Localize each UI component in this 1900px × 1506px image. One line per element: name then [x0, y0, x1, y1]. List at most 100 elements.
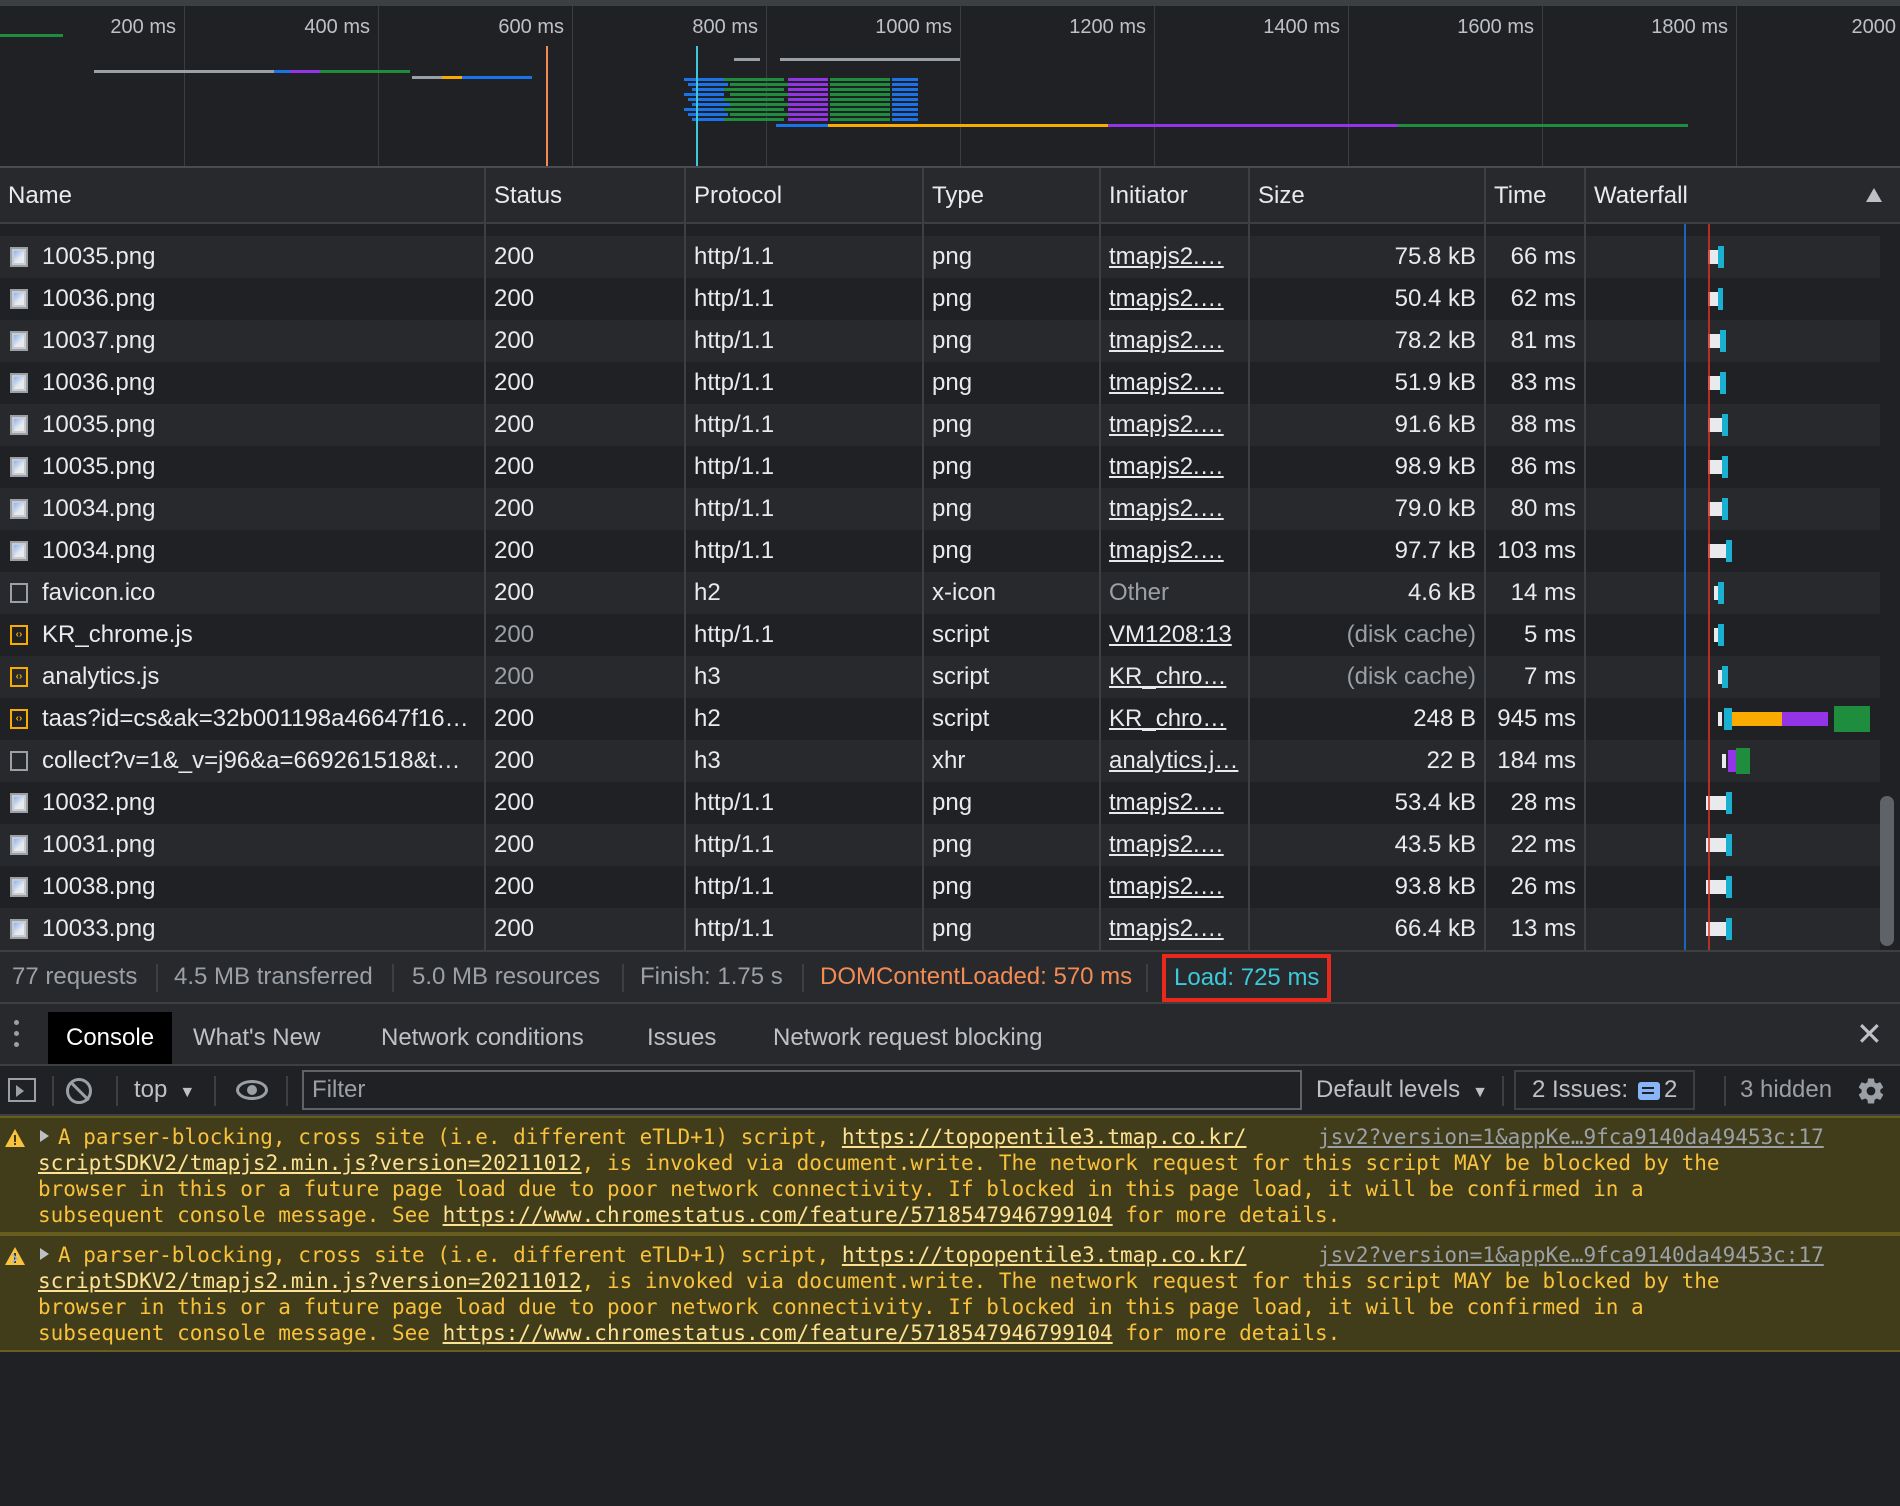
- message-link[interactable]: scriptSDKV2/tmapjs2.min.js?version=20211…: [38, 1151, 582, 1175]
- expand-arrow-icon[interactable]: [40, 1248, 49, 1260]
- table-row[interactable]: 10034.png 200 http/1.1 png tmapjs2.… 97.7 kB 1…: [0, 530, 1880, 572]
- waterfall-download-bar: [1726, 540, 1732, 562]
- tab-console[interactable]: Console: [48, 1012, 173, 1064]
- cell-initiator[interactable]: tmapjs2.…: [1109, 782, 1239, 824]
- table-scrollbar[interactable]: [1880, 796, 1894, 946]
- overview-request-bar: [724, 78, 784, 81]
- message-link[interactable]: https://topopentile3.tmap.co.kr/: [842, 1125, 1247, 1149]
- overview-request-bar: [730, 83, 790, 86]
- tab-network-request-blocking[interactable]: Network request blocking: [773, 1012, 1042, 1064]
- network-table-header: Name Status Protocol Type Initiator Size…: [0, 168, 1900, 224]
- log-levels-dropdown[interactable]: Default levels ▼: [1316, 1066, 1488, 1114]
- column-header-status[interactable]: Status: [486, 168, 562, 224]
- table-row[interactable]: ‹› analytics.js 200 h3 script KR_chro… (disk c…: [0, 656, 1880, 698]
- waterfall-download-bar: [1718, 246, 1724, 268]
- cell-initiator[interactable]: analytics.j…: [1109, 740, 1239, 782]
- message-source-link[interactable]: jsv2?version=1&appKe…9fca9140da49453c:17: [1318, 1124, 1824, 1150]
- script-file-icon: ‹›: [10, 667, 28, 687]
- cell-initiator[interactable]: KR_chro…: [1109, 698, 1239, 740]
- overview-request-bar: [730, 93, 790, 96]
- message-text: browser in this or a future page load du…: [38, 1177, 1644, 1201]
- issues-button[interactable]: 2 Issues: 2: [1514, 1070, 1696, 1110]
- cell-protocol: h2: [694, 705, 721, 732]
- column-header-initiator[interactable]: Initiator: [1101, 168, 1188, 224]
- cell-type: x-icon: [932, 579, 997, 606]
- console-filter-input[interactable]: [302, 1070, 1302, 1110]
- context-selector[interactable]: top ▼: [134, 1066, 195, 1114]
- tab-whats-new[interactable]: What's New: [193, 1012, 320, 1064]
- cell-initiator[interactable]: tmapjs2.…: [1109, 404, 1239, 446]
- cell-initiator[interactable]: tmapjs2.…: [1109, 278, 1239, 320]
- network-request-list[interactable]: 10035.png 200 http/1.1 png tmapjs2.… 75.8 kB 6…: [0, 224, 1900, 950]
- cell-initiator[interactable]: tmapjs2.…: [1109, 362, 1239, 404]
- cell-initiator[interactable]: KR_chro…: [1109, 656, 1239, 698]
- image-file-icon: [10, 457, 28, 477]
- cell-name: 10036.png: [42, 285, 156, 312]
- message-link[interactable]: scriptSDKV2/tmapjs2.min.js?version=20211…: [38, 1269, 582, 1293]
- cell-initiator[interactable]: tmapjs2.…: [1109, 236, 1239, 278]
- tab-issues[interactable]: Issues: [647, 1012, 716, 1064]
- table-row[interactable]: ‹› KR_chrome.js 200 http/1.1 script VM1208:13…: [0, 614, 1880, 656]
- clear-console-icon[interactable]: [66, 1078, 92, 1104]
- table-row-partial[interactable]: [0, 224, 1880, 236]
- expand-arrow-icon[interactable]: [40, 1130, 49, 1142]
- table-row[interactable]: 10038.png 200 http/1.1 png tmapjs2.… 93.8 kB 2…: [0, 866, 1880, 908]
- column-header-size[interactable]: Size: [1250, 168, 1305, 224]
- overview-request-bar: [412, 76, 442, 79]
- message-link[interactable]: https://www.chromestatus.com/feature/571…: [443, 1203, 1113, 1227]
- cell-initiator[interactable]: tmapjs2.…: [1109, 488, 1239, 530]
- table-row[interactable]: 10031.png 200 http/1.1 png tmapjs2.… 43.5 kB 2…: [0, 824, 1880, 866]
- message-source-link[interactable]: jsv2?version=1&appKe…9fca9140da49453c:17: [1318, 1242, 1824, 1268]
- table-row[interactable]: 10035.png 200 http/1.1 png tmapjs2.… 98.9 kB 8…: [0, 446, 1880, 488]
- cell-initiator[interactable]: tmapjs2.…: [1109, 908, 1239, 950]
- column-header-time[interactable]: Time: [1486, 168, 1546, 224]
- cell-initiator[interactable]: tmapjs2.…: [1109, 446, 1239, 488]
- table-row[interactable]: 10032.png 200 http/1.1 png tmapjs2.… 53.4 kB 2…: [0, 782, 1880, 824]
- close-drawer-icon[interactable]: ✕: [1856, 1018, 1883, 1050]
- image-file-icon: [10, 247, 28, 267]
- column-header-protocol[interactable]: Protocol: [686, 168, 782, 224]
- table-row[interactable]: 10033.png 200 http/1.1 png tmapjs2.… 66.4 kB 1…: [0, 908, 1880, 950]
- table-row[interactable]: 10037.png 200 http/1.1 png tmapjs2.… 78.2 kB 8…: [0, 320, 1880, 362]
- tab-network-conditions[interactable]: Network conditions: [381, 1012, 584, 1064]
- overview-request-bar: [830, 98, 890, 101]
- image-file-icon: [10, 331, 28, 351]
- table-row[interactable]: collect?v=1&_v=j96&a=669261518&t=… 200 h3 x…: [0, 740, 1880, 782]
- cell-initiator[interactable]: tmapjs2.…: [1109, 866, 1239, 908]
- table-row[interactable]: 10036.png 200 http/1.1 png tmapjs2.… 50.4 kB 6…: [0, 278, 1880, 320]
- table-row[interactable]: 10035.png 200 http/1.1 png tmapjs2.… 75.8 kB 6…: [0, 236, 1880, 278]
- cell-status: 200: [494, 327, 535, 354]
- cell-status: 200: [494, 831, 535, 858]
- table-row[interactable]: ‹› taas?id=cs&ak=32b001198a46647f16… 200 h2…: [0, 698, 1880, 740]
- column-header-type[interactable]: Type: [924, 168, 984, 224]
- sort-ascending-icon[interactable]: [1866, 188, 1882, 202]
- console-message-list[interactable]: A parser-blocking, cross site (i.e. diff…: [0, 1116, 1900, 1506]
- sidebar-toggle-icon[interactable]: [8, 1078, 36, 1102]
- console-warning-message[interactable]: A parser-blocking, cross site (i.e. diff…: [0, 1116, 1900, 1234]
- cell-initiator[interactable]: tmapjs2.…: [1109, 320, 1239, 362]
- table-row[interactable]: 10035.png 200 http/1.1 png tmapjs2.… 91.6 kB 8…: [0, 404, 1880, 446]
- live-expression-eye-icon[interactable]: [236, 1080, 268, 1100]
- message-link[interactable]: https://www.chromestatus.com/feature/571…: [443, 1321, 1113, 1345]
- cell-initiator[interactable]: VM1208:13: [1109, 614, 1239, 656]
- overview-request-bar: [94, 70, 274, 73]
- table-row[interactable]: favicon.ico 200 h2 x-icon Other 4.6 kB 14 ms: [0, 572, 1880, 614]
- table-row[interactable]: 10036.png 200 http/1.1 png tmapjs2.… 51.9 kB 8…: [0, 362, 1880, 404]
- console-warning-message[interactable]: A parser-blocking, cross site (i.e. diff…: [0, 1234, 1900, 1352]
- cell-initiator[interactable]: tmapjs2.…: [1109, 824, 1239, 866]
- console-settings-gear-icon[interactable]: [1856, 1076, 1886, 1106]
- message-link[interactable]: https://topopentile3.tmap.co.kr/: [842, 1243, 1247, 1267]
- message-text: for more details.: [1112, 1203, 1341, 1227]
- message-text: A parser-blocking, cross site (i.e. diff…: [58, 1243, 842, 1267]
- more-tabs-menu-icon[interactable]: [14, 1020, 22, 1054]
- cell-protocol: http/1.1: [694, 369, 775, 396]
- context-selector-label: top: [134, 1076, 168, 1103]
- cell-initiator[interactable]: tmapjs2.…: [1109, 530, 1239, 572]
- network-overview-timeline[interactable]: 200 ms 400 ms 600 ms 800 ms 1000 ms 1200 ms 14…: [0, 0, 1900, 168]
- column-header-waterfall[interactable]: Waterfall: [1586, 168, 1688, 224]
- cell-status: 200: [494, 747, 535, 774]
- console-prompt-icon[interactable]: ›: [8, 1246, 21, 1271]
- cell-time: 81 ms: [1510, 327, 1576, 354]
- column-header-name[interactable]: Name: [0, 168, 72, 224]
- table-row[interactable]: 10034.png 200 http/1.1 png tmapjs2.… 79.0 kB 8…: [0, 488, 1880, 530]
